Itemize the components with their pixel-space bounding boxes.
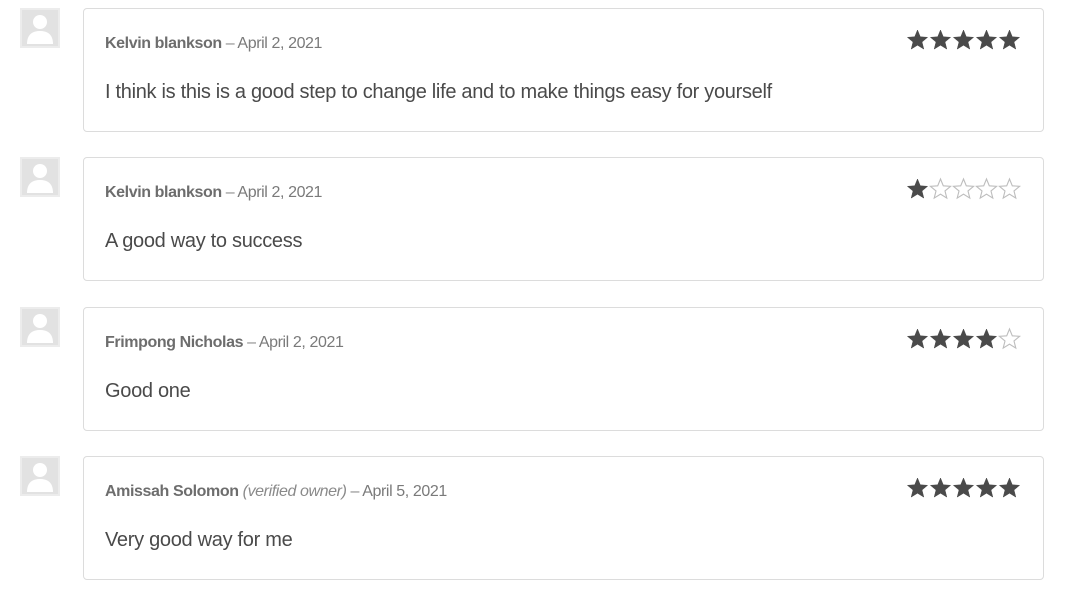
star-filled-icon [952,476,975,500]
review-author: Frimpong Nicholas [105,334,244,351]
review-item: Kelvin blankson – April 2, 2021 A good w… [0,157,1082,283]
review-meta: Kelvin blankson – April 2, 2021 [105,184,322,202]
star-rating [906,28,1022,52]
star-filled-icon [975,28,998,52]
star-filled-icon [975,476,998,500]
star-empty-icon [975,177,998,201]
review-text: Very good way for me [105,529,293,551]
meta-separator: – [225,35,235,52]
review-author: Kelvin blankson [105,35,222,52]
star-rating [906,177,1022,201]
avatar [20,157,60,197]
star-filled-icon [929,476,952,500]
star-filled-icon [906,327,929,351]
star-empty-icon [929,177,952,201]
star-filled-icon [998,476,1021,500]
user-silhouette-icon [27,463,53,492]
star-filled-icon [929,327,952,351]
star-filled-icon [906,28,929,52]
review-card: Kelvin blankson – April 2, 2021 I think … [83,8,1044,132]
star-filled-icon [952,28,975,52]
meta-separator: – [225,184,235,201]
user-silhouette-icon [27,15,53,44]
review-text: Good one [105,380,191,402]
star-filled-icon [929,28,952,52]
review-card: Kelvin blankson – April 2, 2021 A good w… [83,157,1044,281]
review-author: Kelvin blankson [105,184,222,201]
star-filled-icon [906,476,929,500]
review-date: April 2, 2021 [237,184,323,201]
avatar [20,307,60,347]
review-date: April 5, 2021 [362,483,447,500]
star-rating [906,476,1022,500]
review-card: Frimpong Nicholas – April 2, 2021 Good o… [83,307,1044,431]
review-date: April 2, 2021 [237,35,323,52]
review-author: Amissah Solomon [105,483,239,500]
star-filled-icon [952,327,975,351]
review-item: Frimpong Nicholas – April 2, 2021 Good o… [0,307,1082,433]
review-meta: Amissah Solomon (verified owner) – April… [105,483,447,501]
user-silhouette-icon [27,314,53,343]
star-empty-icon [998,327,1021,351]
verified-badge: (verified owner) [242,483,347,500]
review-item: Kelvin blankson – April 2, 2021 I think … [0,8,1082,134]
star-empty-icon [952,177,975,201]
star-rating [906,327,1022,351]
review-meta: Frimpong Nicholas – April 2, 2021 [105,334,344,352]
review-text: I think is this is a good step to change… [105,81,772,103]
star-empty-icon [998,177,1021,201]
review-item: Amissah Solomon (verified owner) – April… [0,456,1082,582]
star-filled-icon [906,177,929,201]
star-filled-icon [998,28,1021,52]
review-date: April 2, 2021 [258,334,344,351]
avatar [20,456,60,496]
meta-separator: – [350,483,360,500]
star-filled-icon [975,327,998,351]
avatar [20,8,60,48]
meta-separator: – [247,334,256,351]
review-card: Amissah Solomon (verified owner) – April… [83,456,1044,580]
review-text: A good way to success [105,230,303,252]
review-meta: Kelvin blankson – April 2, 2021 [105,35,322,53]
user-silhouette-icon [27,164,53,193]
